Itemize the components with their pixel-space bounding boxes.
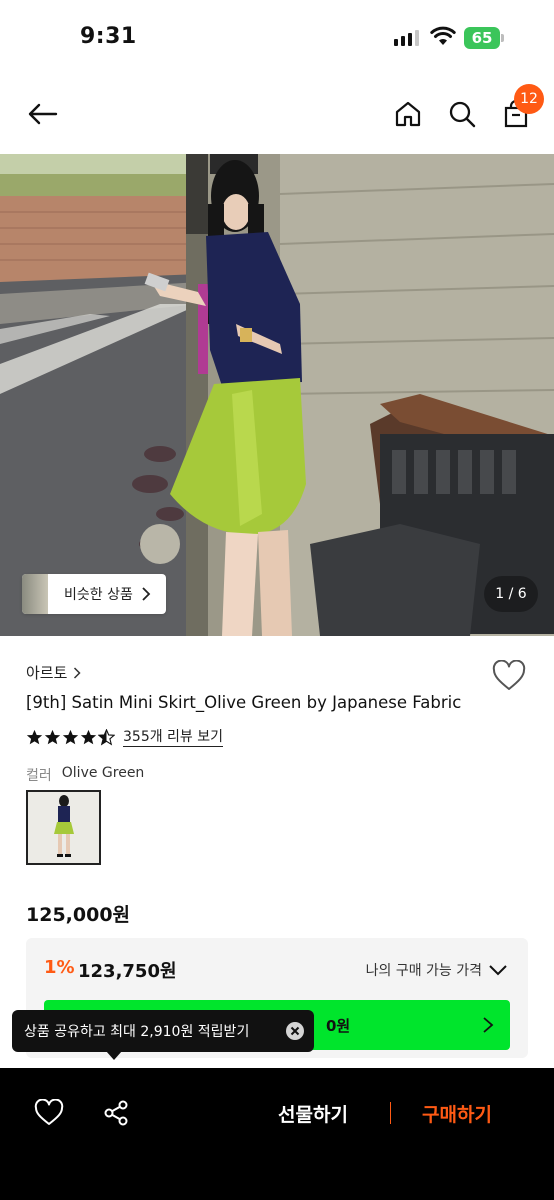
color-label: 컬러 — [26, 768, 52, 784]
home-icon — [395, 101, 421, 127]
star-icon — [62, 729, 79, 745]
star-icon — [80, 729, 97, 745]
wifi-icon — [430, 26, 456, 45]
product-photo — [0, 154, 554, 636]
similar-products-label: 비슷한 상품 — [64, 587, 133, 603]
heart-icon — [34, 1098, 64, 1125]
coupon-benefit-text: 0원 — [326, 1017, 351, 1035]
original-price: 125,000원 — [26, 904, 131, 926]
star-rating — [26, 729, 115, 746]
gift-button[interactable]: 선물하기 — [278, 1100, 348, 1127]
share-icon — [104, 1100, 128, 1126]
my-price-toggle[interactable]: 나의 구매 가능 가격 — [366, 960, 508, 980]
status-bar: 9:31 65 — [0, 0, 554, 76]
chevron-down-icon — [489, 965, 507, 976]
battery-level: 65 — [464, 27, 500, 49]
review-link[interactable]: 355개 리뷰 보기 — [123, 728, 224, 747]
star-icon — [26, 729, 43, 745]
discount-rate: 1% — [44, 957, 75, 978]
buy-button[interactable]: 구매하기 — [422, 1100, 492, 1127]
share-button[interactable] — [102, 1099, 130, 1131]
heart-icon — [492, 659, 526, 690]
bottom-wishlist-button[interactable] — [34, 1098, 64, 1131]
tooltip-arrow — [106, 1051, 122, 1060]
color-option-photo — [28, 792, 99, 863]
bottom-action-bar: 선물하기 구매하기 — [0, 1068, 554, 1200]
similar-products-button[interactable]: 비슷한 상품 — [22, 574, 166, 614]
cellular-signal-icon — [394, 30, 419, 46]
battery-icon: 65 — [464, 27, 504, 49]
wishlist-button[interactable] — [492, 659, 526, 696]
divider — [390, 1102, 391, 1124]
chevron-right-icon — [142, 587, 151, 601]
chevron-right-icon — [74, 666, 81, 679]
arrow-left-icon — [28, 103, 58, 125]
brand-name: 아르토 — [26, 664, 68, 682]
back-button[interactable] — [22, 94, 62, 134]
discount-price: 123,750원 — [78, 961, 177, 982]
status-time: 9:31 — [80, 24, 137, 49]
product-image-carousel[interactable] — [0, 154, 554, 636]
my-price-label: 나의 구매 가능 가격 — [365, 963, 482, 979]
chevron-right-icon — [483, 1017, 494, 1033]
search-button[interactable] — [442, 94, 482, 134]
color-row: 컬러 Olive Green — [26, 765, 144, 785]
close-icon — [290, 1026, 300, 1036]
app-header — [0, 76, 554, 154]
search-icon — [449, 101, 476, 128]
rating-row: 355개 리뷰 보기 — [26, 728, 224, 747]
tooltip-close-button[interactable] — [286, 1022, 304, 1040]
tooltip-text: 상품 공유하고 최대 2,910원 적립받기 — [24, 1024, 250, 1040]
image-page-indicator: 1 / 6 — [484, 576, 538, 612]
cart-count-badge: 12 — [514, 84, 544, 114]
color-value: Olive Green — [61, 765, 145, 781]
home-button[interactable] — [388, 94, 428, 134]
similar-product-thumbnail — [22, 574, 48, 614]
half-star-icon — [98, 729, 115, 746]
star-icon — [44, 729, 61, 745]
color-option-thumbnail[interactable] — [26, 790, 101, 865]
brand-link[interactable]: 아르토 — [26, 662, 81, 683]
share-reward-tooltip: 상품 공유하고 최대 2,910원 적립받기 — [12, 1010, 314, 1052]
product-title: [9th] Satin Mini Skirt_Olive Green by Ja… — [26, 693, 462, 712]
